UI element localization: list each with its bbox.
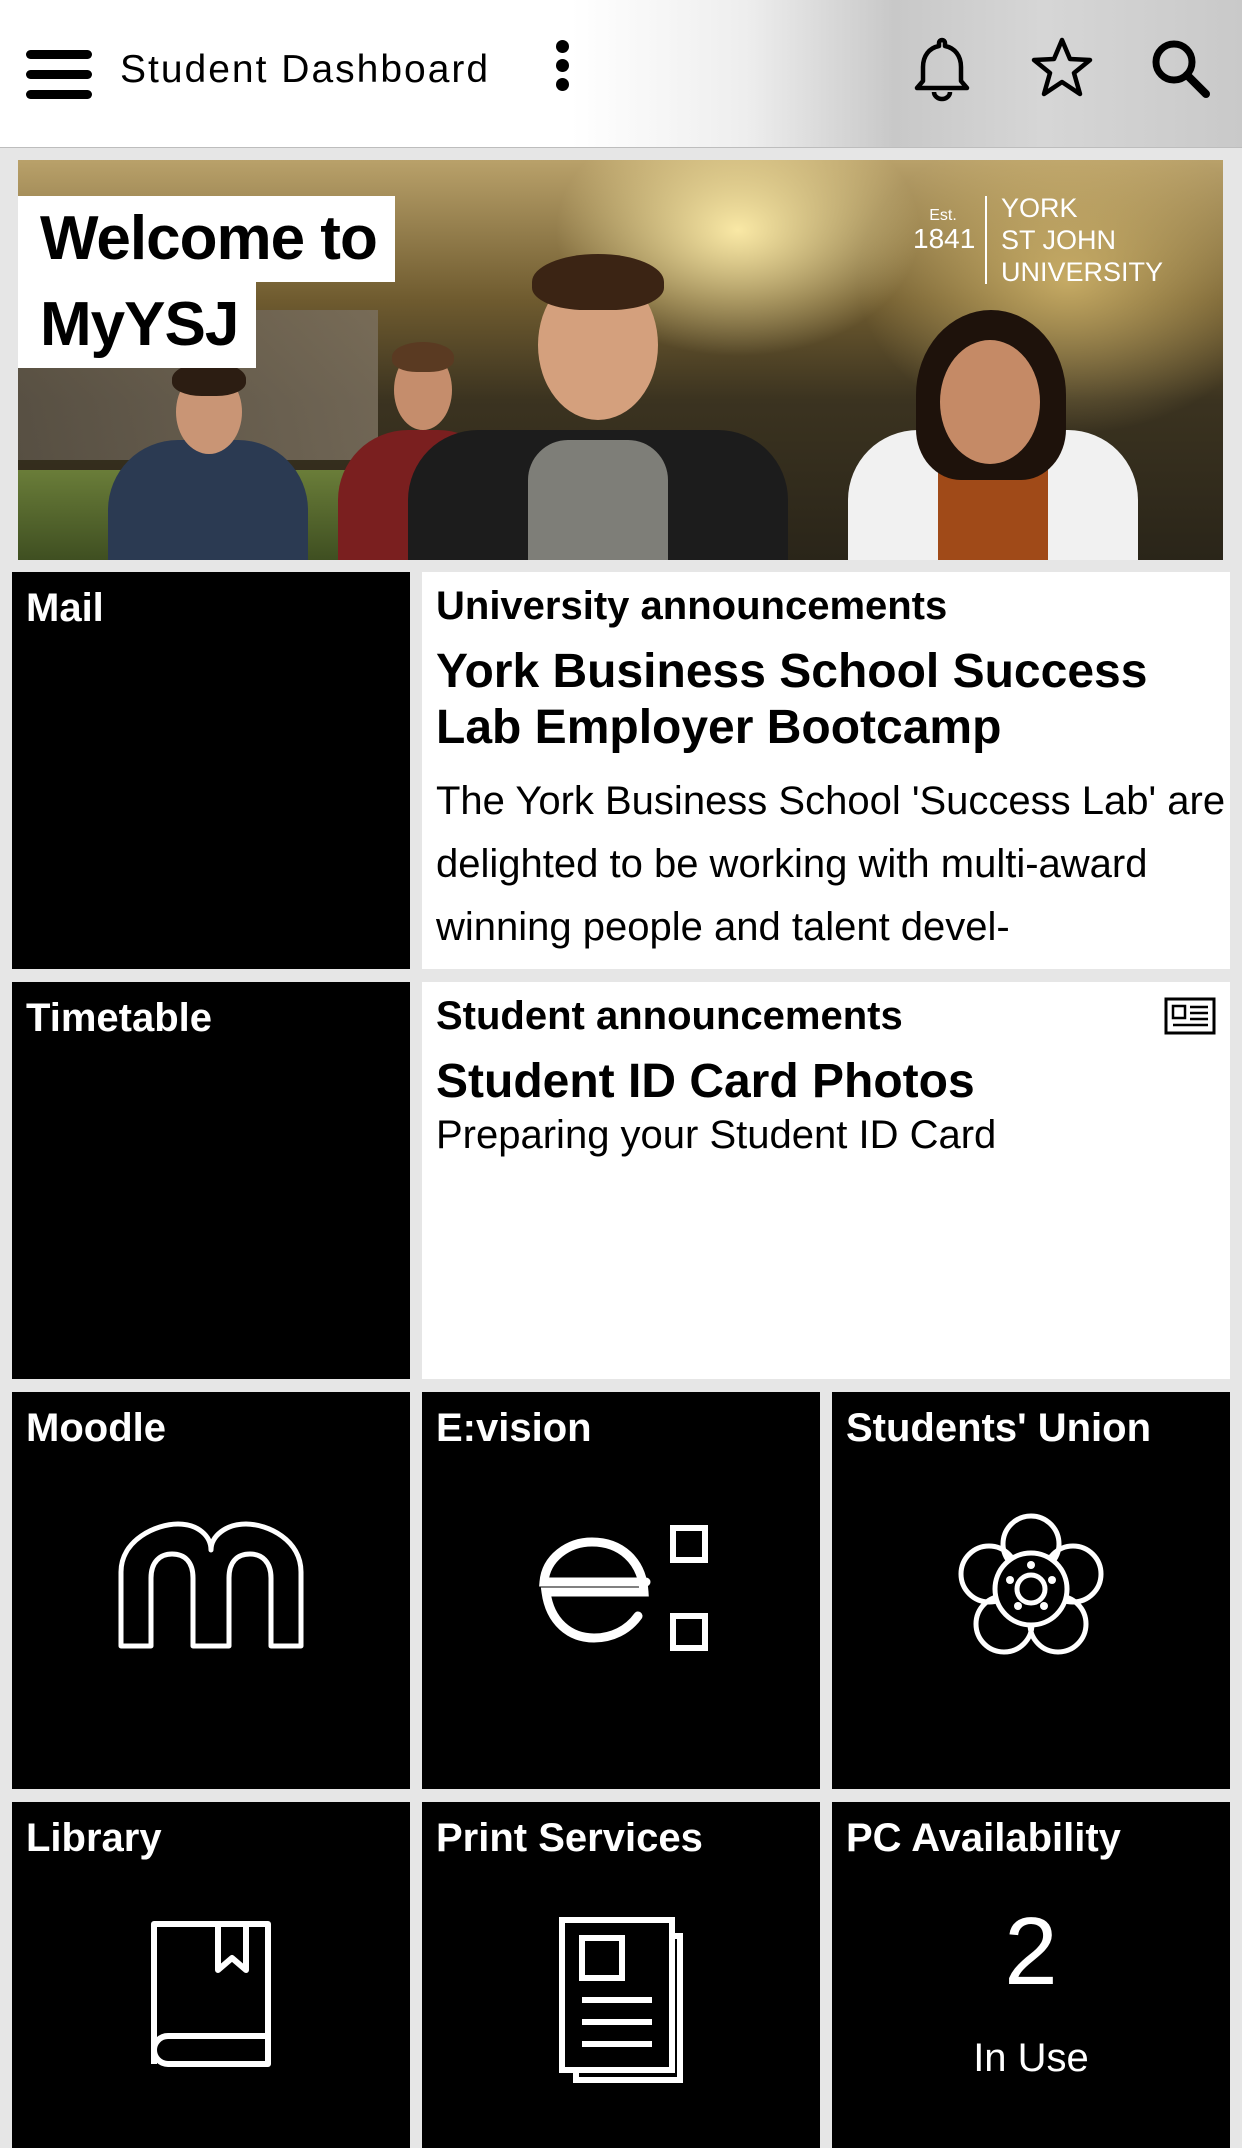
announcement-summary: Preparing your Student ID Card: [436, 1113, 997, 1157]
logo-name-line: ST JOHN: [1001, 225, 1117, 255]
logo-est-text: Est.: [929, 207, 957, 224]
pc-status-text: In Use: [973, 2036, 1089, 2080]
moodle-m-icon: [116, 1520, 306, 1650]
tile-label: Timetable: [26, 996, 212, 1040]
announcement-headline[interactable]: Student ID Card Photos: [436, 1054, 1226, 1110]
tile-library[interactable]: Library: [12, 1802, 410, 2148]
pc-in-use-count: 2: [1004, 1898, 1058, 2005]
tile-print-services[interactable]: Print Services: [422, 1802, 820, 2148]
student-figure: [398, 240, 798, 560]
evision-logo-icon: [526, 1520, 716, 1660]
more-options-icon[interactable]: [550, 38, 574, 94]
student-figure: [108, 360, 308, 560]
search-icon[interactable]: [1146, 34, 1214, 102]
notifications-bell-icon[interactable]: [908, 34, 976, 102]
document-icon: [556, 1914, 686, 2084]
app-header: Student Dashboard: [0, 0, 1242, 148]
page-title: Student Dashboard: [120, 48, 491, 91]
book-icon: [146, 1914, 276, 2084]
logo-name: YORK ST JOHN UNIVERSITY: [1001, 192, 1211, 288]
announcement-summary: The York Business School 'Success Lab' a…: [436, 779, 1226, 949]
welcome-heading: Welcome to MyYSJ: [18, 196, 395, 368]
university-logo: Est. 1841 YORK ST JOHN UNIVERSITY: [913, 190, 1213, 290]
tile-moodle[interactable]: Moodle: [12, 1392, 410, 1789]
tile-university-announcements[interactable]: University announcements York Business S…: [422, 572, 1230, 969]
tile-label: Moodle: [26, 1406, 166, 1450]
tile-label: Student announcements: [436, 994, 903, 1038]
logo-name-line: YORK: [1001, 193, 1078, 223]
logo-name-line: UNIVERSITY: [1001, 257, 1164, 287]
tile-label: University announcements: [436, 584, 948, 628]
tile-label: PC Availability: [846, 1816, 1121, 1860]
logo-divider: [985, 196, 987, 284]
tile-label: Print Services: [436, 1816, 703, 1860]
tile-pc-availability[interactable]: PC Availability 2 In Use: [832, 1802, 1230, 2148]
tile-student-announcements[interactable]: Student announcements Student ID Card Ph…: [422, 982, 1230, 1379]
tile-mail[interactable]: Mail: [12, 572, 410, 969]
announcement-headline[interactable]: York Business School Success Lab Employe…: [436, 644, 1226, 756]
welcome-line: Welcome to: [18, 196, 395, 282]
welcome-line: MyYSJ: [18, 282, 257, 368]
rose-icon: [946, 1504, 1116, 1674]
menu-icon[interactable]: [26, 46, 92, 104]
favourites-star-icon[interactable]: [1028, 34, 1096, 102]
tile-timetable[interactable]: Timetable: [12, 982, 410, 1379]
tile-students-union[interactable]: Students' Union: [832, 1392, 1230, 1789]
tile-label: Mail: [26, 586, 104, 630]
welcome-banner: Welcome to MyYSJ Est. 1841 YORK ST JOHN …: [18, 160, 1223, 560]
student-figure: [848, 310, 1138, 560]
logo-year-text: 1841: [913, 223, 976, 254]
tile-label: E:vision: [436, 1406, 592, 1450]
newspaper-icon[interactable]: [1164, 996, 1216, 1036]
tile-label: Library: [26, 1816, 162, 1860]
tile-evision[interactable]: E:vision: [422, 1392, 820, 1789]
tile-label: Students' Union: [846, 1406, 1152, 1450]
